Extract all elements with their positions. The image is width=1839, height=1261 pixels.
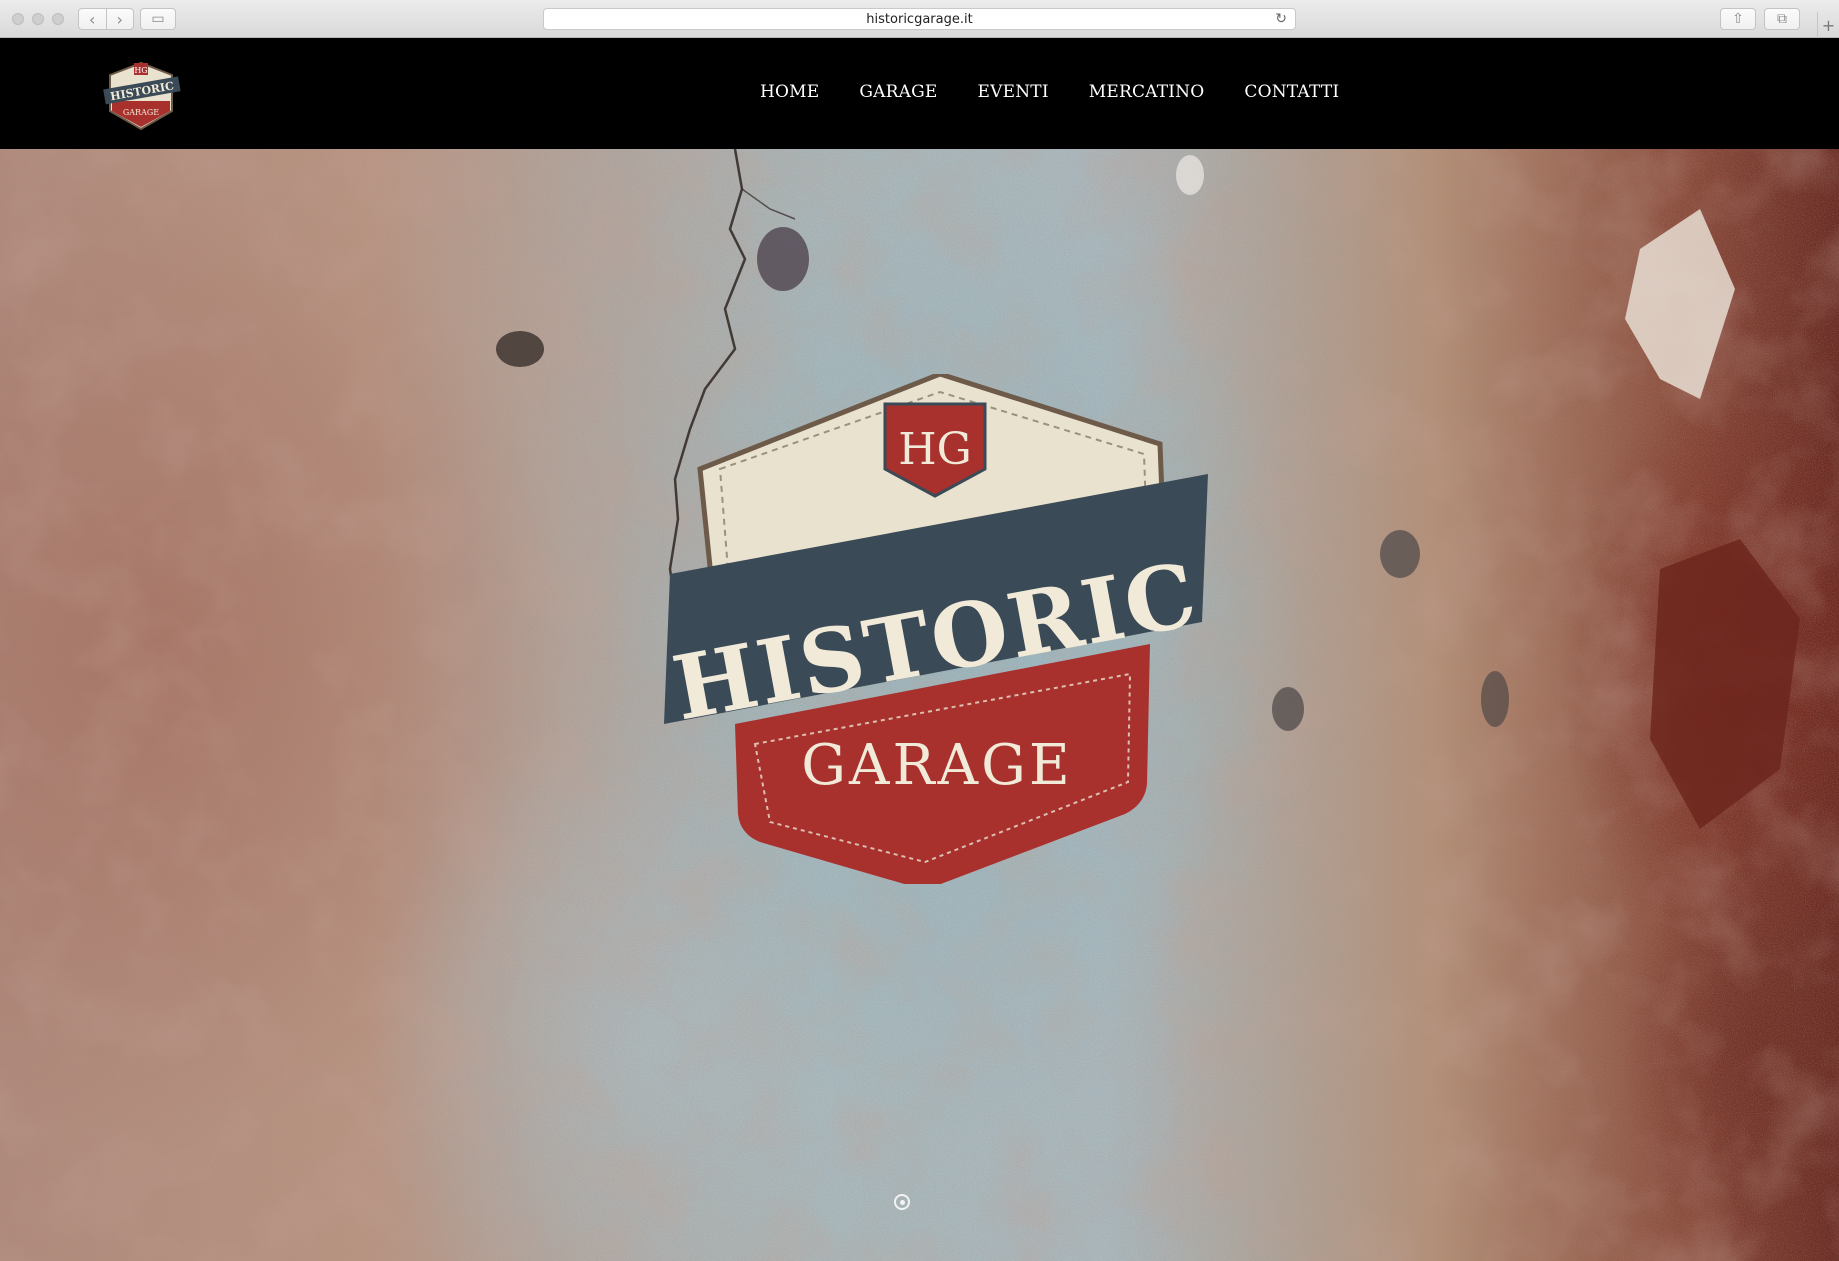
new-tab-icon[interactable]: + <box>1817 12 1839 38</box>
small-logo-monogram: HG <box>134 66 147 75</box>
zoom-window-icon[interactable] <box>52 13 64 25</box>
minimize-window-icon[interactable] <box>32 13 44 25</box>
small-logo-shield: GARAGE <box>123 108 159 117</box>
browser-toolbar: ‹ › ▭ historicgarage.it ↻ ⇧ ⧉ + <box>0 0 1839 38</box>
nav-mercatino[interactable]: MERCATINO <box>1089 82 1205 102</box>
nav-contatti[interactable]: CONTATTI <box>1244 82 1339 102</box>
sidebar-icon[interactable]: ▭ <box>140 8 176 30</box>
url-text: historicgarage.it <box>866 11 973 27</box>
site-logo[interactable]: HG HISTORIC GARAGE <box>100 57 182 133</box>
history-buttons: ‹ › <box>78 8 134 30</box>
close-window-icon[interactable] <box>12 13 24 25</box>
forward-icon[interactable]: › <box>105 9 134 29</box>
slide-indicator[interactable] <box>894 1194 910 1210</box>
hero-logo: HG HISTORIC GARAGE <box>664 374 1208 884</box>
share-icon[interactable]: ⇧ <box>1720 8 1756 30</box>
hero-logo-monogram: HG <box>898 424 972 475</box>
site-header: HG HISTORIC GARAGE HOME GARAGE EVENTI ME… <box>0 39 1839 149</box>
hero-logo-shield: GARAGE <box>801 733 1072 798</box>
hero-banner: HG HISTORIC GARAGE <box>0 149 1839 1261</box>
tabs-icon[interactable]: ⧉ <box>1764 8 1800 30</box>
main-nav: HOME GARAGE EVENTI MERCATINO CONTATTI <box>760 82 1379 102</box>
nav-garage[interactable]: GARAGE <box>859 82 937 102</box>
nav-home[interactable]: HOME <box>760 82 819 102</box>
back-icon[interactable]: ‹ <box>79 9 106 29</box>
address-bar[interactable]: historicgarage.it ↻ <box>543 8 1296 30</box>
nav-eventi[interactable]: EVENTI <box>978 82 1049 102</box>
reload-icon[interactable]: ↻ <box>1275 11 1287 27</box>
